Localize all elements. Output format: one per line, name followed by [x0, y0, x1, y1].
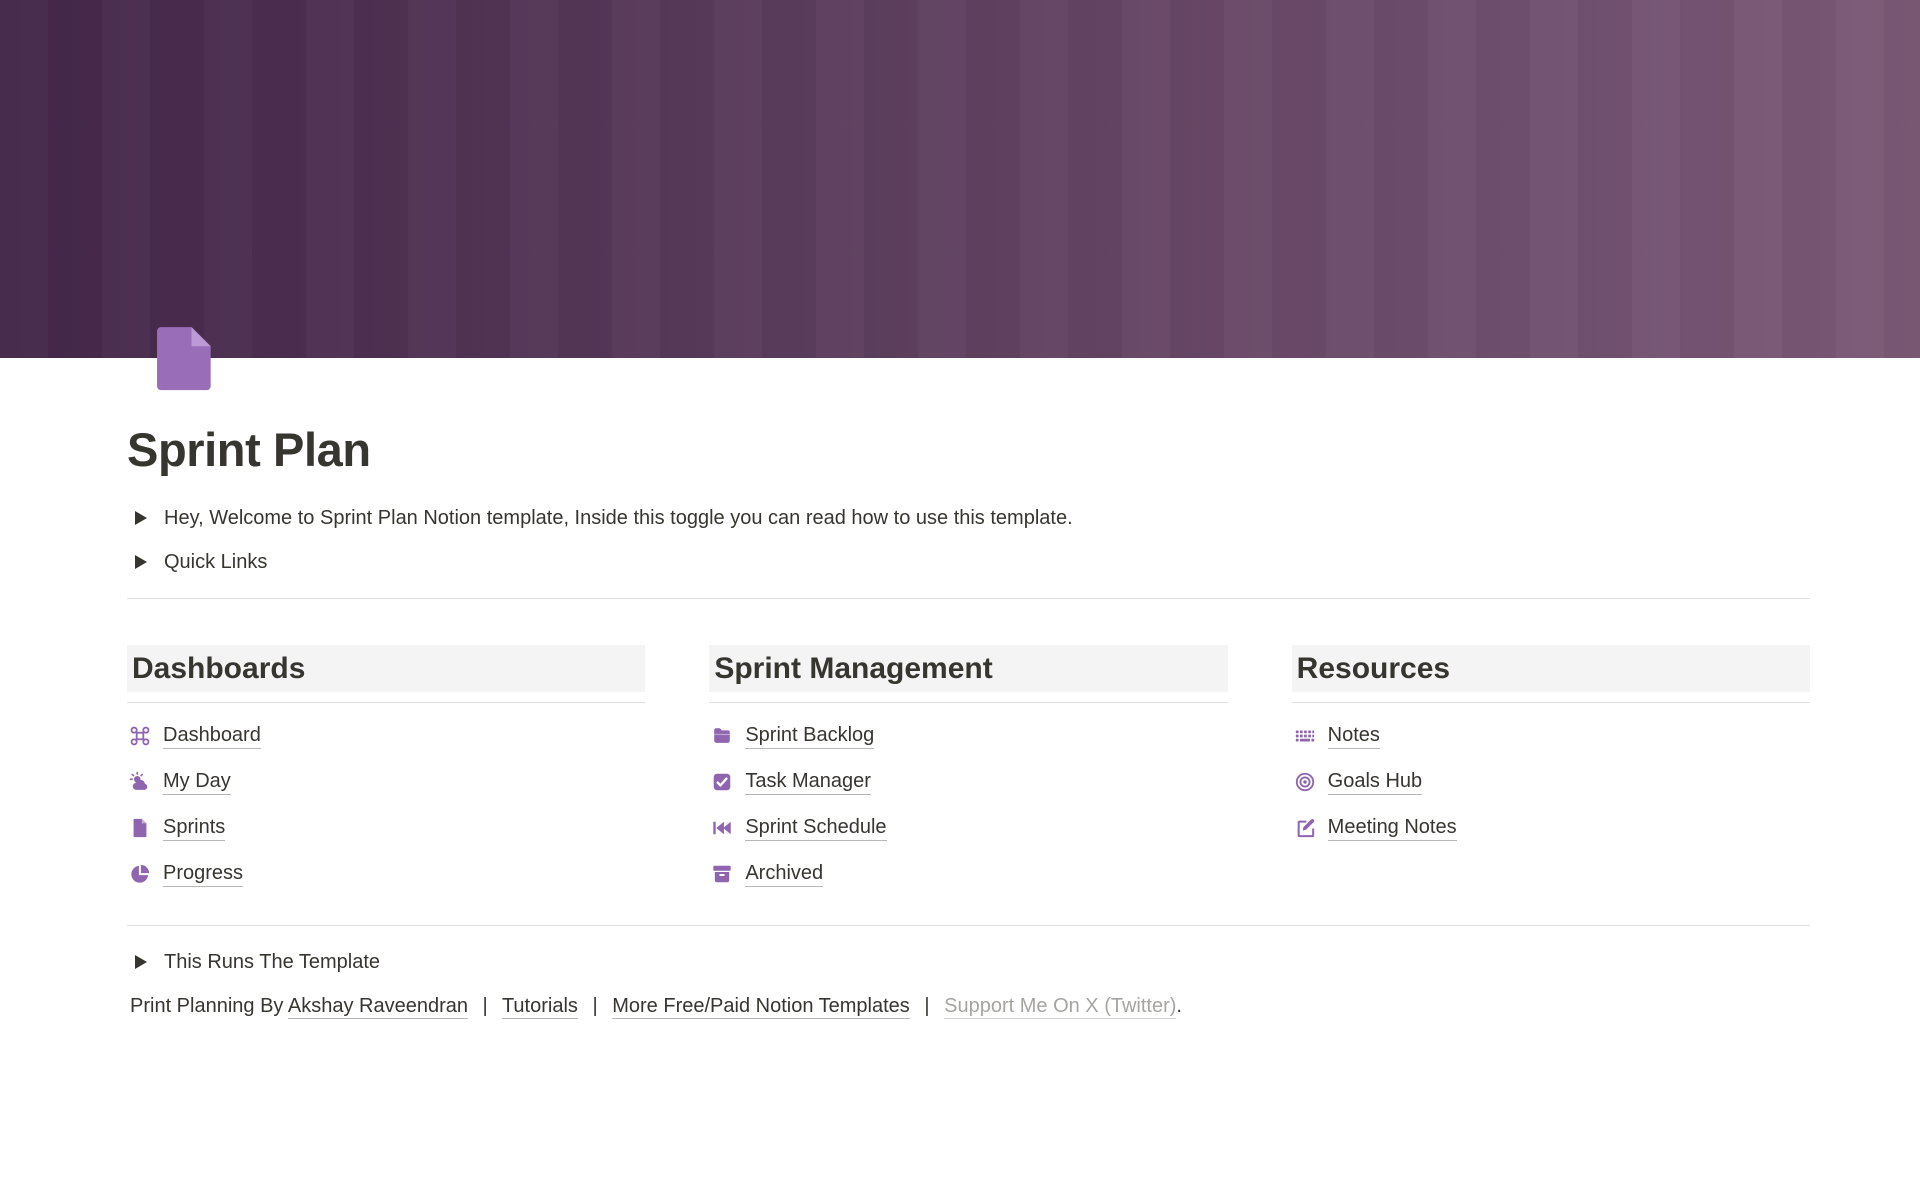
tutorials-link[interactable]: Tutorials: [502, 995, 578, 1019]
page-link-progress[interactable]: Progress: [127, 851, 645, 897]
section-header-label: Resources: [1297, 652, 1450, 685]
divider: [1292, 702, 1810, 703]
sun-cloud-icon: [129, 771, 151, 793]
edit-icon: [1294, 817, 1316, 839]
page-link-label: Goals Hub: [1328, 769, 1423, 795]
archive-icon: [711, 863, 733, 885]
page-title: Sprint Plan: [127, 422, 1810, 478]
pie-chart-icon: [129, 863, 151, 885]
templates-link[interactable]: More Free/Paid Notion Templates: [612, 995, 910, 1019]
page-link-dashboard[interactable]: Dashboard: [127, 713, 645, 759]
page-link-goals-hub[interactable]: Goals Hub: [1292, 759, 1810, 805]
cover-image: [0, 0, 1920, 358]
toggle-arrow-icon: [135, 955, 147, 969]
document-icon: [146, 318, 224, 396]
footer-separator: |: [592, 995, 597, 1017]
page-link-task-manager[interactable]: Task Manager: [709, 759, 1227, 805]
footer-separator: |: [483, 995, 488, 1017]
rewind-icon: [711, 817, 733, 839]
toggle-welcome-label: Hey, Welcome to Sprint Plan Notion templ…: [164, 504, 1073, 532]
target-icon: [1294, 771, 1316, 793]
page-link-my-day[interactable]: My Day: [127, 759, 645, 805]
page-link-label: Sprints: [163, 815, 225, 841]
footer-period: .: [1176, 995, 1182, 1017]
page-content: Sprint Plan Hey, Welcome to Sprint Plan …: [0, 318, 1920, 1022]
footer-prefix: Print Planning By: [130, 995, 288, 1017]
page-link-archived[interactable]: Archived: [709, 851, 1227, 897]
page-link-label: Notes: [1328, 723, 1380, 749]
section-header: Resources: [1292, 645, 1810, 692]
page-link-label: Task Manager: [745, 769, 871, 795]
toggle-welcome[interactable]: Hey, Welcome to Sprint Plan Notion templ…: [127, 496, 1810, 540]
toggle-runs-template[interactable]: This Runs The Template: [127, 940, 1810, 984]
toggle-quick-links[interactable]: Quick Links: [127, 540, 1810, 584]
page-link-notes[interactable]: Notes: [1292, 713, 1810, 759]
support-link[interactable]: Support Me On X (Twitter): [944, 995, 1176, 1019]
toggle-arrow-icon: [135, 555, 147, 569]
author-link[interactable]: Akshay Raveendran: [288, 995, 468, 1019]
command-icon: [129, 725, 151, 747]
page-link-label: Sprint Backlog: [745, 723, 874, 749]
page-link-label: Archived: [745, 861, 823, 887]
page-link-label: Progress: [163, 861, 243, 887]
page-icon[interactable]: [146, 318, 224, 396]
page-link-label: Meeting Notes: [1328, 815, 1457, 841]
toggle-arrow-icon: [135, 511, 147, 525]
columns: Dashboards Dashboard My Day: [127, 645, 1810, 897]
divider: [127, 598, 1810, 599]
folder-icon: [711, 725, 733, 747]
section-sprint-management: Sprint Management Sprint Backlog Task Ma…: [709, 645, 1227, 897]
page-link-label: Dashboard: [163, 723, 261, 749]
toggle-runs-template-label: This Runs The Template: [164, 948, 380, 976]
section-resources: Resources Notes Goals Hub: [1292, 645, 1810, 897]
divider: [127, 702, 645, 703]
page-link-sprints[interactable]: Sprints: [127, 805, 645, 851]
keyboard-icon: [1294, 725, 1316, 747]
page-link-sprint-schedule[interactable]: Sprint Schedule: [709, 805, 1227, 851]
section-dashboards: Dashboards Dashboard My Day: [127, 645, 645, 897]
checkbox-icon: [711, 771, 733, 793]
toggle-quick-links-label: Quick Links: [164, 548, 267, 576]
section-header-label: Dashboards: [132, 652, 305, 685]
divider: [127, 925, 1810, 926]
section-header-label: Sprint Management: [714, 652, 992, 685]
page-link-sprint-backlog[interactable]: Sprint Backlog: [709, 713, 1227, 759]
page-link-label: Sprint Schedule: [745, 815, 886, 841]
divider: [709, 702, 1227, 703]
page-link-label: My Day: [163, 769, 231, 795]
footer-separator: |: [924, 995, 929, 1017]
footer-credits: Print Planning By Akshay Raveendran | Tu…: [127, 990, 1810, 1022]
page-icon: [129, 817, 151, 839]
section-header: Sprint Management: [709, 645, 1227, 692]
section-header: Dashboards: [127, 645, 645, 692]
page-link-meeting-notes[interactable]: Meeting Notes: [1292, 805, 1810, 851]
